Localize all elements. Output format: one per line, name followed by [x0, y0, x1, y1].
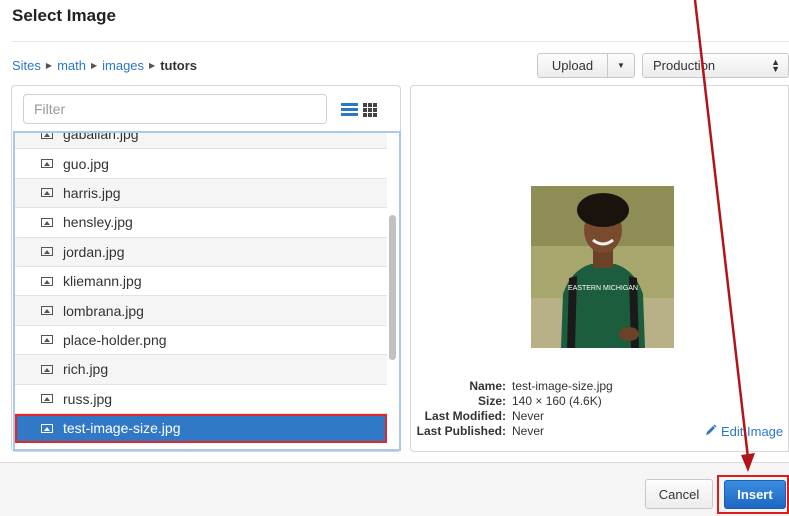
edit-image-label: Edit Image: [721, 424, 784, 439]
file-name: place-holder.png: [63, 331, 167, 348]
image-file-icon: [41, 247, 53, 257]
file-name: hensley.jpg: [63, 214, 133, 231]
image-file-icon: [41, 364, 53, 374]
file-browser-panel: gaballan.jpg guo.jpg harris.jpg hensley.jpg…: [11, 85, 401, 452]
file-name: jordan.jpg: [63, 243, 125, 260]
file-name: kliemann.jpg: [63, 273, 142, 290]
chevron-down-icon: ▼: [617, 61, 625, 70]
file-row[interactable]: place-holder.png: [15, 326, 387, 356]
image-metadata: Name: test-image-size.jpg Size: 140 × 16…: [411, 379, 613, 439]
file-row[interactable]: russ.jpg: [15, 385, 387, 414]
meta-row-size: Size: 140 × 160 (4.6K): [411, 394, 613, 409]
meta-row-name: Name: test-image-size.jpg: [411, 379, 613, 394]
breadcrumb-separator-icon: ▶: [45, 61, 53, 70]
image-file-icon: [41, 276, 53, 286]
file-name: lombrana.jpg: [63, 302, 144, 319]
meta-row-last-published: Last Published: Never: [411, 424, 613, 439]
header-divider: [12, 41, 789, 42]
file-name: rich.jpg: [63, 361, 109, 378]
file-row-selected[interactable]: test-image-size.jpg: [15, 413, 387, 444]
file-name: test-image-size.jpg: [63, 420, 181, 437]
select-arrows-icon: ▲ ▼: [771, 56, 780, 74]
upload-button[interactable]: Upload: [537, 53, 608, 78]
file-row[interactable]: hensley.jpg: [15, 208, 387, 238]
preview-shirt-text: EASTERN MICHIGAN: [568, 285, 638, 292]
image-preview-panel: EASTERN MICHIGAN Name: test-image-size.j…: [410, 85, 789, 452]
breadcrumb-sites[interactable]: Sites: [12, 58, 41, 73]
file-row[interactable]: guo.jpg: [15, 149, 387, 179]
file-row[interactable]: rich.jpg: [15, 355, 387, 385]
file-name: gaballan.jpg: [63, 131, 139, 143]
meta-row-last-modified: Last Modified: Never: [411, 409, 613, 424]
preview-image: EASTERN MICHIGAN: [531, 186, 674, 348]
image-file-icon: [41, 159, 53, 169]
environment-select-value: Production: [653, 58, 716, 73]
meta-key: Last Published:: [416, 424, 506, 438]
breadcrumb: Sites ▶ math ▶ images ▶ tutors: [12, 58, 197, 73]
breadcrumb-separator-icon: ▶: [149, 61, 156, 70]
grid-view-icon[interactable]: [363, 103, 377, 122]
file-name: harris.jpg: [63, 184, 121, 201]
upload-dropdown-button[interactable]: ▼: [607, 53, 635, 78]
image-file-icon: [41, 217, 53, 227]
meta-key: Last Modified:: [424, 409, 506, 423]
image-file-icon: [41, 306, 53, 316]
file-row[interactable]: gaballan.jpg: [15, 131, 387, 150]
breadcrumb-math[interactable]: math: [57, 58, 86, 73]
scrollbar-thumb[interactable]: [389, 215, 396, 360]
pencil-icon: [705, 424, 717, 439]
file-row[interactable]: kliemann.jpg: [15, 267, 387, 297]
image-file-icon: [41, 188, 53, 198]
image-file-icon: [41, 335, 53, 345]
cancel-button[interactable]: Cancel: [645, 479, 713, 509]
file-row[interactable]: lombrana.jpg: [15, 296, 387, 326]
breadcrumb-images[interactable]: images: [102, 58, 144, 73]
image-file-icon: [41, 394, 53, 404]
file-list: gaballan.jpg guo.jpg harris.jpg hensley.jpg…: [13, 131, 401, 451]
breadcrumb-separator-icon: ▶: [90, 61, 98, 70]
file-rows: gaballan.jpg guo.jpg harris.jpg hensley.jpg…: [15, 131, 387, 444]
file-row[interactable]: jordan.jpg: [15, 237, 387, 267]
environment-select[interactable]: Production ▲ ▼: [642, 53, 789, 78]
meta-value: Never: [512, 409, 545, 423]
image-file-icon: [41, 423, 53, 433]
file-row[interactable]: harris.jpg: [15, 178, 387, 209]
breadcrumb-current: tutors: [160, 58, 198, 73]
meta-value: Never: [512, 424, 545, 438]
meta-value: test-image-size.jpg: [512, 379, 613, 393]
insert-button[interactable]: Insert: [724, 480, 786, 509]
file-name: guo.jpg: [63, 155, 109, 172]
list-view-icon[interactable]: [341, 103, 358, 121]
image-file-icon: [41, 133, 53, 139]
meta-value: 140 × 160 (4.6K): [512, 394, 602, 408]
edit-image-link[interactable]: Edit Image: [705, 424, 783, 439]
filter-input[interactable]: [23, 94, 327, 124]
file-name: russ.jpg: [63, 390, 113, 407]
meta-key: Name:: [469, 379, 506, 393]
meta-key: Size:: [477, 394, 506, 408]
dialog-title: Select Image: [12, 6, 116, 25]
